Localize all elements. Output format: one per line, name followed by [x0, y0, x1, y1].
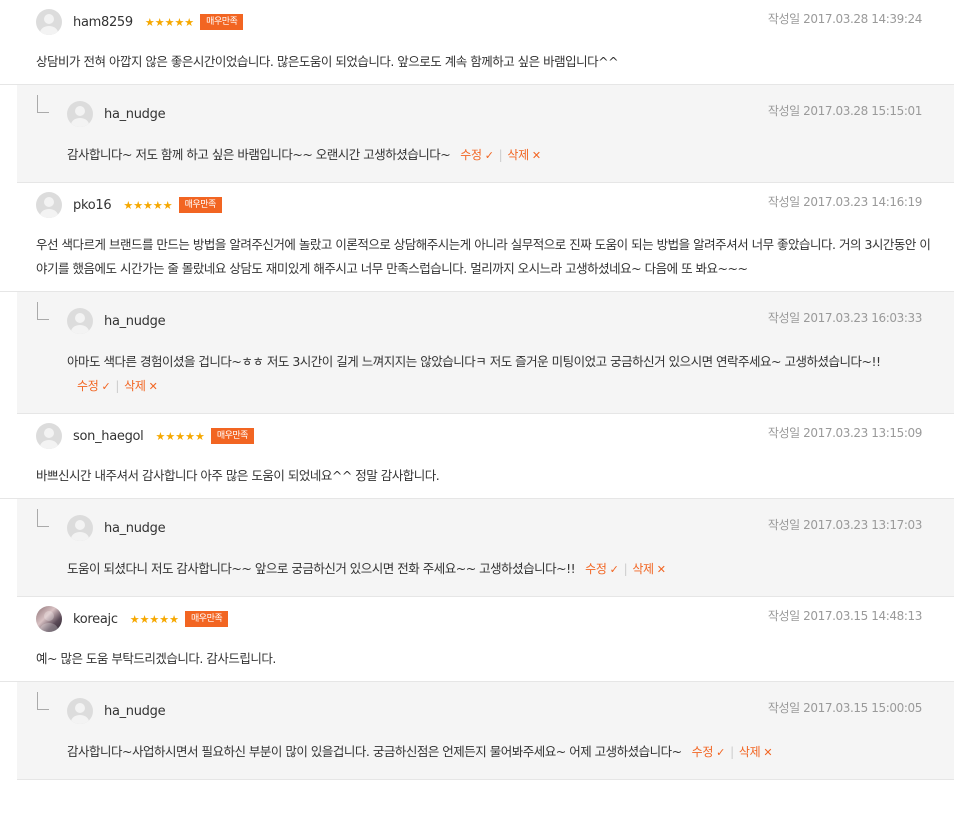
reply-text: 감사합니다~ 저도 함께 하고 싶은 바램입니다~~ 오랜시간 고생하셨습니다~	[67, 147, 451, 162]
reply-username: ha_nudge	[104, 703, 166, 719]
rating-stars: ★★★★★	[129, 612, 180, 626]
avatar	[67, 101, 93, 127]
reply-item: ha_nudge 작성일 2017.03.15 15:00:05 감사합니다~사…	[17, 682, 954, 780]
divider: |	[115, 379, 120, 393]
edit-button[interactable]: 수정 ✓	[460, 148, 494, 162]
review-username: ham8259	[73, 14, 133, 30]
reply-body: 아마도 색다른 경험이셨을 겁니다~ㅎㅎ 저도 3시간이 길게 느껴지지는 않았…	[67, 350, 934, 413]
satisfaction-badge: 매우만족	[210, 428, 254, 444]
review-date: 작성일 2017.03.23 13:15:09	[767, 426, 923, 440]
reply-actions: 수정 ✓ | 삭제 ✕	[77, 379, 158, 393]
delete-button[interactable]: 삭제 ✕	[507, 148, 541, 162]
reply-date: 작성일 2017.03.23 13:17:03	[767, 518, 923, 532]
reply-username: ha_nudge	[104, 106, 166, 122]
close-icon: ✕	[763, 746, 773, 759]
rating-stars: ★★★★★	[155, 429, 205, 443]
delete-button[interactable]: 삭제 ✕	[738, 745, 773, 759]
delete-button[interactable]: 삭제 ✕	[632, 562, 666, 576]
reply-body: 감사합니다~ 저도 함께 하고 싶은 바램입니다~~ 오랜시간 고생하셨습니다~…	[67, 143, 934, 182]
edit-label: 수정	[585, 562, 607, 576]
reply-date: 작성일 2017.03.23 16:03:33	[767, 311, 923, 325]
close-icon: ✕	[148, 380, 158, 393]
satisfaction-badge: 매우만족	[200, 14, 244, 30]
reply-username: ha_nudge	[104, 313, 166, 329]
reply-text: 감사합니다~사업하시면서 필요하신 부분이 많이 있을겁니다. 궁금하신점은 언…	[67, 744, 682, 759]
reply-actions: 수정 ✓ | 삭제 ✕	[585, 562, 666, 576]
divider: |	[623, 562, 628, 576]
delete-button[interactable]: 삭제 ✕	[124, 379, 158, 393]
review-date: 작성일 2017.03.23 14:16:19	[767, 195, 923, 209]
avatar	[36, 423, 62, 449]
review-item: ham8259 ★★★★★ 매우만족 작성일 2017.03.28 14:39:…	[0, 0, 954, 85]
check-icon: ✓	[101, 380, 111, 393]
reply-indent-icon	[37, 692, 49, 710]
rating-stars: ★★★★★	[144, 15, 195, 29]
divider: |	[730, 745, 734, 759]
delete-label: 삭제	[632, 562, 654, 576]
review-text: 우선 색다르게 브랜드를 만드는 방법을 알려주신거에 놀랐고 이론적으로 상담…	[36, 237, 931, 276]
review-text: 상담비가 전혀 아깝지 않은 좋은시간이었습니다. 많은도움이 되었습니다. 앞…	[36, 54, 619, 69]
edit-button[interactable]: 수정 ✓	[585, 562, 619, 576]
reply-item: ha_nudge 작성일 2017.03.23 16:03:33 아마도 색다른…	[17, 292, 954, 414]
delete-label: 삭제	[738, 745, 761, 759]
review-username: koreajc	[73, 611, 118, 627]
review-list: ham8259 ★★★★★ 매우만족 작성일 2017.03.28 14:39:…	[0, 0, 954, 780]
check-icon: ✓	[609, 563, 619, 576]
reply-text: 도움이 되셨다니 저도 감사합니다~~ 앞으로 궁금하신거 있으시면 전화 주세…	[67, 561, 576, 576]
reply-body: 도움이 되셨다니 저도 감사합니다~~ 앞으로 궁금하신거 있으시면 전화 주세…	[67, 557, 934, 596]
review-username: pko16	[73, 197, 112, 213]
reply-indent-icon	[37, 95, 49, 113]
avatar	[67, 698, 93, 724]
edit-label: 수정	[460, 148, 482, 162]
reply-text: 아마도 색다른 경험이셨을 겁니다~ㅎㅎ 저도 3시간이 길게 느껴지지는 않았…	[67, 354, 881, 369]
avatar	[36, 9, 62, 35]
check-icon: ✓	[484, 149, 494, 162]
reply-indent-icon	[37, 302, 49, 320]
review-date: 작성일 2017.03.28 14:39:24	[767, 12, 923, 26]
review-item: koreajc ★★★★★ 매우만족 작성일 2017.03.15 14:48:…	[0, 597, 954, 682]
satisfaction-badge: 매우만족	[178, 197, 222, 213]
avatar	[36, 606, 62, 632]
delete-label: 삭제	[507, 148, 529, 162]
avatar	[67, 308, 93, 334]
edit-button[interactable]: 수정 ✓	[77, 379, 111, 393]
delete-label: 삭제	[124, 379, 146, 393]
review-date: 작성일 2017.03.15 14:48:13	[767, 609, 923, 623]
rating-stars: ★★★★★	[123, 198, 173, 212]
edit-label: 수정	[691, 745, 714, 759]
reply-item: ha_nudge 작성일 2017.03.28 15:15:01 감사합니다~ …	[17, 85, 954, 183]
review-text: 바쁘신시간 내주셔서 감사합니다 아주 많은 도움이 되었네요^^ 정말 감사합…	[36, 468, 440, 483]
reply-actions: 수정 ✓ | 삭제 ✕	[692, 745, 773, 759]
divider: |	[498, 148, 503, 162]
edit-label: 수정	[77, 379, 99, 393]
review-username: son_haegol	[73, 428, 144, 444]
review-text: 예~ 많은 도움 부탁드리겠습니다. 감사드립니다.	[36, 651, 276, 666]
reply-indent-icon	[37, 509, 49, 527]
close-icon: ✕	[531, 149, 541, 162]
reply-date: 작성일 2017.03.28 15:15:01	[767, 104, 923, 118]
review-item: son_haegol ★★★★★ 매우만족 작성일 2017.03.23 13:…	[0, 414, 954, 499]
check-icon: ✓	[716, 746, 726, 759]
avatar	[36, 192, 62, 218]
review-item: pko16 ★★★★★ 매우만족 작성일 2017.03.23 14:16:19…	[0, 183, 954, 292]
edit-button[interactable]: 수정 ✓	[691, 745, 726, 759]
close-icon: ✕	[656, 563, 666, 576]
reply-username: ha_nudge	[104, 520, 166, 536]
reply-actions: 수정 ✓ | 삭제 ✕	[460, 148, 541, 162]
satisfaction-badge: 매우만족	[185, 611, 229, 627]
reply-body: 감사합니다~사업하시면서 필요하신 부분이 많이 있을겁니다. 궁금하신점은 언…	[67, 740, 934, 779]
reply-item: ha_nudge 작성일 2017.03.23 13:17:03 도움이 되셨다…	[17, 499, 954, 597]
avatar	[67, 515, 93, 541]
reply-date: 작성일 2017.03.15 15:00:05	[767, 701, 923, 715]
